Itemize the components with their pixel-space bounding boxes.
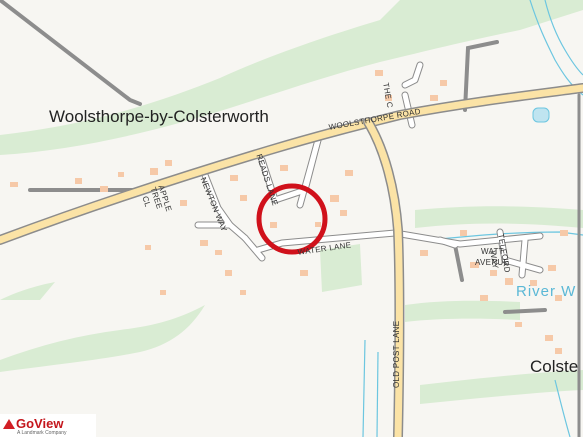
map-view[interactable]: Woolsthorpe-by-Colsterworth Colste River… — [0, 0, 583, 437]
building — [505, 278, 513, 285]
building — [160, 290, 166, 295]
map-canvas — [0, 0, 583, 437]
building — [330, 195, 339, 202]
building — [240, 290, 246, 295]
goview-logo-text: GoView — [16, 416, 64, 431]
building — [340, 210, 347, 216]
building — [270, 222, 277, 228]
goview-logo[interactable]: GoView A Landmark Company — [0, 414, 96, 437]
building — [515, 322, 522, 327]
building — [300, 270, 308, 276]
building — [150, 168, 158, 175]
building — [215, 250, 222, 255]
goview-logo-icon — [3, 419, 15, 429]
building — [440, 80, 447, 86]
place-label-woolsthorpe: Woolsthorpe-by-Colsterworth — [49, 107, 269, 126]
building — [118, 172, 124, 177]
building — [420, 250, 428, 256]
building — [145, 245, 151, 250]
place-label-colsterworth: Colste — [530, 357, 579, 376]
track-east-2 — [503, 308, 547, 314]
building — [10, 182, 18, 187]
building — [240, 195, 247, 201]
building — [280, 165, 288, 171]
pond — [532, 107, 550, 123]
building — [560, 230, 568, 236]
building — [345, 170, 353, 176]
building — [490, 270, 497, 276]
building — [545, 335, 553, 341]
building — [548, 265, 556, 271]
building — [315, 222, 321, 227]
road-label-old-post-lane: OLD POST LANE — [392, 320, 401, 388]
building — [165, 160, 172, 166]
building — [555, 348, 562, 354]
building — [460, 230, 467, 236]
building — [200, 240, 208, 246]
building — [480, 295, 488, 301]
building — [100, 186, 108, 192]
goview-logo-tagline: A Landmark Company — [17, 430, 67, 436]
river-label: River W — [516, 283, 577, 300]
building — [180, 200, 187, 206]
building — [375, 70, 383, 76]
building — [230, 175, 238, 181]
building — [75, 178, 82, 184]
building — [225, 270, 232, 276]
building — [430, 95, 438, 101]
